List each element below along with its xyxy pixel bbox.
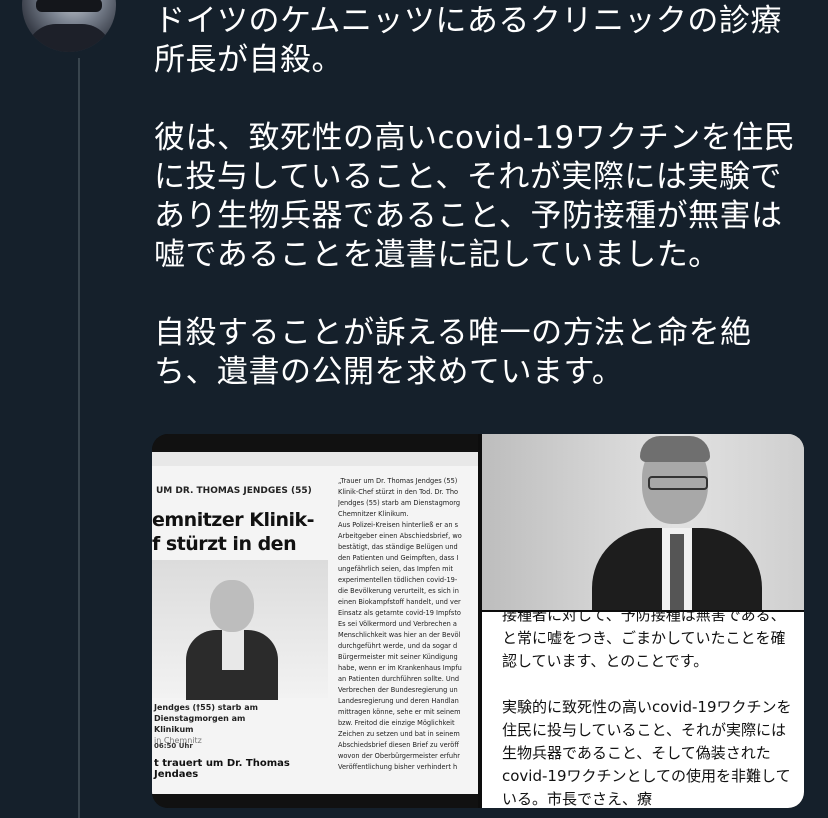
newspaper-header-strip	[152, 452, 478, 466]
media-image-portrait[interactable]	[482, 434, 804, 610]
portrait-glasses	[648, 476, 708, 490]
newspaper-time: 06:50 Uhr	[154, 742, 193, 750]
avatar-collar	[26, 24, 112, 52]
newspaper-photo	[152, 560, 328, 700]
photo-person-shirt	[222, 630, 244, 670]
translation-text: 接種者に対して、予防接種は無害である、と常に嘘をつき、ごまかしていたことを確認し…	[502, 612, 792, 808]
caption-text: Jendges (†55) starb am Dienstagmorgen am…	[154, 703, 258, 734]
newspaper-column: „Trauer um Dr. Thomas Jendges (55) Klini…	[338, 477, 462, 771]
media-image-translation[interactable]: 接種者に対して、予防接種は無害である、と常に嘘をつき、ごまかしていたことを確認し…	[482, 612, 804, 808]
newspaper-section: UM DR. THOMAS JENDGES (55)	[156, 486, 312, 496]
media-image-newspaper[interactable]: UM DR. THOMAS JENDGES (55) emnitzer Klin…	[152, 434, 478, 808]
portrait-tie	[670, 534, 684, 610]
newspaper-caption: Jendges (†55) starb am Dienstagmorgen am…	[154, 702, 326, 746]
newspaper-page: UM DR. THOMAS JENDGES (55) emnitzer Klin…	[152, 452, 478, 794]
avatar[interactable]	[22, 0, 116, 52]
tweet-text: ドイツのケムニッツにあるクリニックの診療 所長が自殺。 彼は、致死性の高いcov…	[154, 3, 796, 390]
tweet-media[interactable]: UM DR. THOMAS JENDGES (55) emnitzer Klin…	[152, 434, 804, 808]
photo-person-head	[210, 580, 254, 632]
newspaper-subheadline: t trauert um Dr. Thomas Jendaes	[154, 758, 290, 780]
thread-line	[78, 58, 80, 818]
avatar-blindfold	[36, 0, 102, 12]
portrait-hair	[640, 436, 710, 462]
